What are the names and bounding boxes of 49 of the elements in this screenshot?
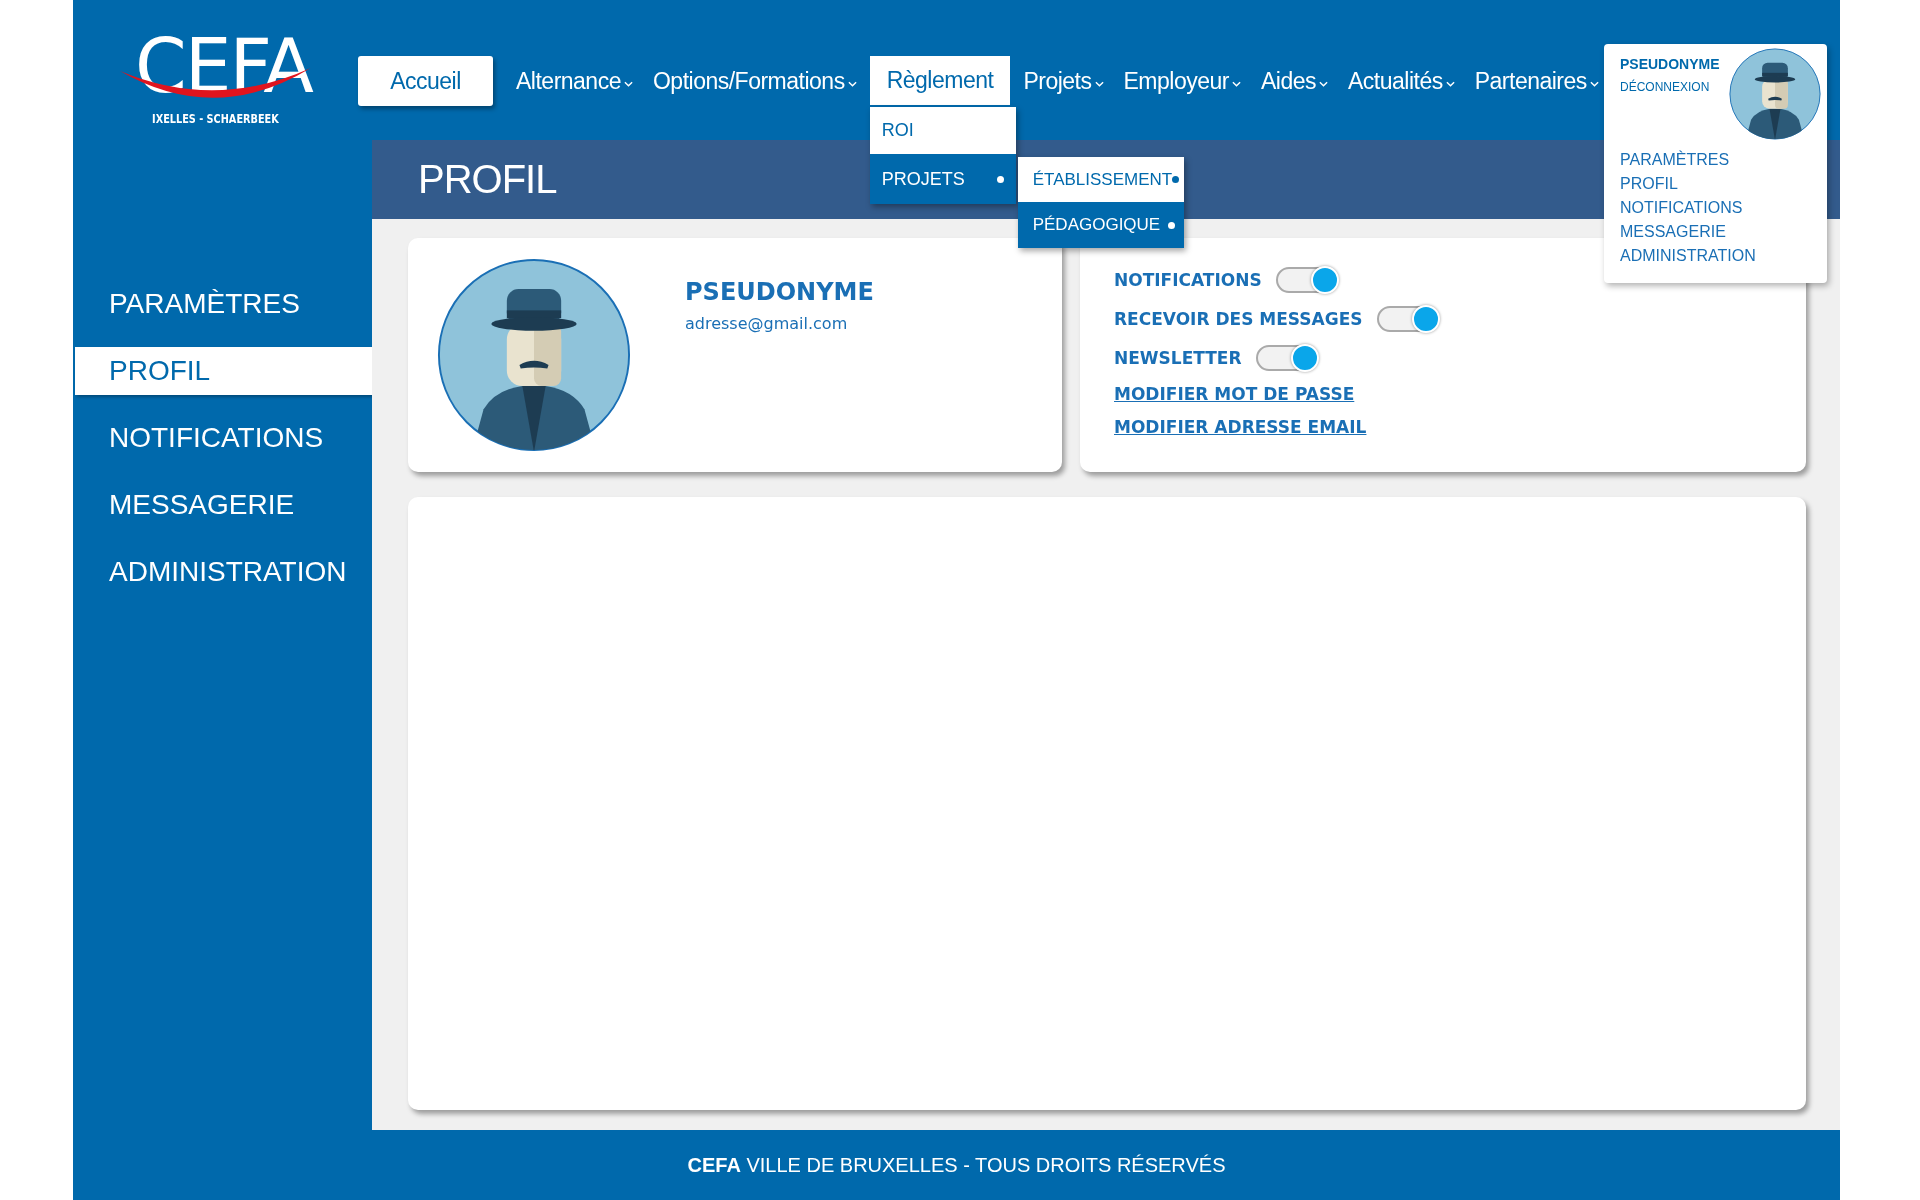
menu-link[interactable]: PROFIL: [1620, 172, 1678, 196]
caret-icon: [623, 80, 633, 88]
user-name: PSEUDONYME: [685, 278, 874, 306]
sidebar-item[interactable]: MESSAGERIE: [75, 481, 372, 529]
menu-link[interactable]: MESSAGERIE: [1620, 220, 1726, 244]
nav-link[interactable]: Options/Formations: [645, 56, 864, 106]
caret-icon: [1319, 80, 1328, 88]
submenu-item[interactable]: PÉDAGOGIQUE: [1017, 202, 1184, 248]
toggle-label: RECEVOIR DES MESSAGES: [1114, 308, 1363, 329]
settings-link[interactable]: MODIFIER MOT DE PASSE: [1114, 383, 1355, 404]
menu-link[interactable]: ADMINISTRATION: [1620, 244, 1756, 268]
sidebar-item[interactable]: PARAMÈTRES: [75, 280, 372, 328]
avatar-icon: [437, 258, 631, 452]
settings-link[interactable]: MODIFIER ADRESSE EMAIL: [1114, 416, 1367, 437]
submenu-item[interactable]: ÉTABLISSEMENT: [1017, 157, 1184, 202]
sidebar-item[interactable]: PROFIL: [75, 347, 372, 395]
user-name: PSEUDONYME: [1620, 56, 1720, 72]
nav-link[interactable]: Aides: [1253, 56, 1335, 106]
avatar-icon: [1729, 48, 1821, 140]
caret-icon: [847, 80, 857, 88]
logo-subtitle: IXELLES - SCHAERBEEK: [152, 112, 279, 126]
nav-link[interactable]: Alternance: [509, 56, 640, 106]
bullet-icon: [1172, 176, 1180, 183]
caret-icon: [1589, 80, 1599, 88]
caret-icon: [1445, 80, 1455, 88]
nav-link[interactable]: Projets: [1016, 56, 1111, 106]
page-title: PROFIL: [417, 157, 557, 202]
toggle-switch[interactable]: [1376, 305, 1439, 332]
logout-link[interactable]: DÉCONNEXION: [1620, 80, 1720, 94]
copyright-text: CEFA VILLE DE BRUXELLES - TOUS DROITS RÉSERVÉS: [687, 1153, 1226, 1177]
caret-icon: [1231, 80, 1241, 88]
toggle-switch[interactable]: [1255, 344, 1318, 371]
nav-link[interactable]: Partenaires: [1467, 56, 1606, 106]
toggle-switch[interactable]: [1275, 266, 1338, 293]
nav-link[interactable]: Actualités: [1341, 56, 1462, 106]
sidebar-item[interactable]: NOTIFICATIONS: [75, 414, 372, 462]
bullet-icon: [1167, 221, 1175, 229]
menu-link[interactable]: PARAMÈTRES: [1620, 148, 1730, 172]
caret-icon: [1094, 80, 1104, 88]
nav-link[interactable]: Accueil: [358, 56, 493, 106]
nav-link[interactable]: Règlement: [869, 56, 1011, 106]
menu-item[interactable]: ROI: [869, 107, 1016, 154]
bullet-icon: [996, 175, 1004, 183]
email-text: adresse@gmail.com: [685, 314, 849, 333]
menu-link[interactable]: NOTIFICATIONS: [1620, 196, 1743, 220]
toggle-label: NEWSLETTER: [1114, 347, 1242, 368]
nav-link[interactable]: Employeur: [1116, 56, 1248, 106]
toggle-label: NOTIFICATIONS: [1114, 269, 1262, 290]
sidebar-item[interactable]: ADMINISTRATION: [75, 548, 372, 596]
